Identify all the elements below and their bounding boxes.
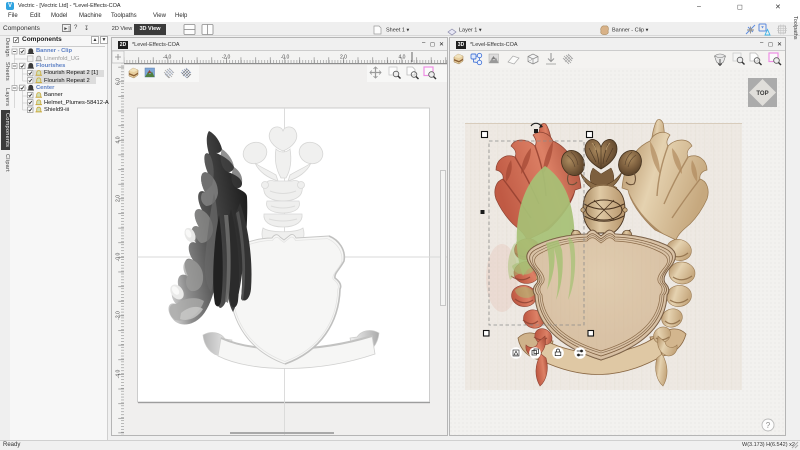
svg-text:-0.0: -0.0 xyxy=(116,252,122,261)
svg-text:4.0: 4.0 xyxy=(399,55,406,61)
svg-text:Layer 1 ▾: Layer 1 ▾ xyxy=(459,28,482,34)
svg-text:6.0: 6.0 xyxy=(116,78,122,85)
svg-text:2.0: 2.0 xyxy=(340,55,347,61)
svg-text:-2.0: -2.0 xyxy=(222,55,231,61)
svg-text:Sheet 1 ▾: Sheet 1 ▾ xyxy=(386,28,409,34)
svg-text:-2.0: -2.0 xyxy=(116,311,122,320)
svg-text:TOP: TOP xyxy=(756,91,768,97)
svg-text:-4.0: -4.0 xyxy=(116,369,122,378)
svg-text:2.0: 2.0 xyxy=(116,195,122,202)
svg-text:4.0: 4.0 xyxy=(116,136,122,143)
svg-text:-0.0: -0.0 xyxy=(281,55,290,61)
svg-text:?: ? xyxy=(766,421,771,430)
svg-text:-4.0: -4.0 xyxy=(163,55,172,61)
svg-text:Banner - Clip ▾: Banner - Clip ▾ xyxy=(612,28,649,34)
